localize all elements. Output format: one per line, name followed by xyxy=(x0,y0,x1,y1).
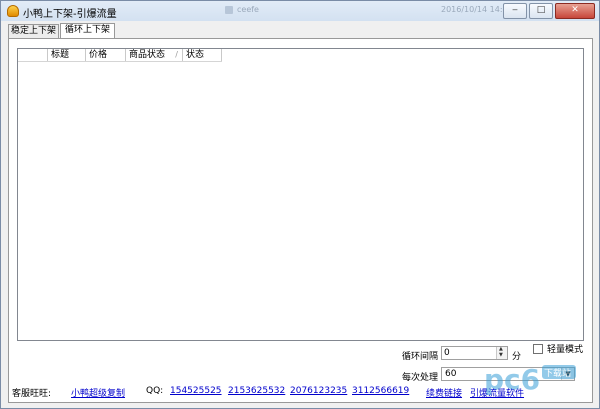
per-process-select[interactable]: 60 ▼ xyxy=(441,367,575,381)
renew-link[interactable]: 续费链接 xyxy=(426,386,462,399)
product-list[interactable]: 标题 价格 商品状态 / 状态 xyxy=(17,48,584,341)
app-window: 小鸭上下架-引爆流量 ceefe 2016/10/14 14:19 … ‒ □ … xyxy=(0,0,600,409)
traffic-software-link[interactable]: 引爆流量软件 xyxy=(470,386,524,399)
support-link[interactable]: 小鸭超级复制 xyxy=(71,386,125,399)
ghost-file-icon xyxy=(225,6,233,14)
light-mode-label: 轻量模式 xyxy=(547,345,584,355)
column-header-title[interactable]: 标题 xyxy=(48,49,86,61)
close-button[interactable]: ✕ xyxy=(555,3,595,19)
chevron-down-icon[interactable]: ▼ xyxy=(561,368,574,380)
qq-link-4[interactable]: 3112566619 xyxy=(352,386,409,396)
minimize-button[interactable]: ‒ xyxy=(503,3,527,19)
column-header-blank[interactable] xyxy=(18,49,48,61)
tab-stable-listing[interactable]: 稳定上下架 xyxy=(8,24,59,38)
tab-cycle-listing[interactable]: 循环上下架 xyxy=(60,23,115,39)
footer: 客服旺旺: 小鸭超级复制 QQ: 154525525 2153625532 20… xyxy=(9,386,594,400)
per-process-label: 每次处理 xyxy=(402,373,439,383)
maximize-button[interactable]: □ xyxy=(529,3,553,19)
qq-link-1[interactable]: 154525525 xyxy=(170,386,222,396)
window-title: 小鸭上下架-引爆流量 xyxy=(23,9,117,20)
interval-value[interactable]: 0 xyxy=(444,348,450,358)
column-header-product-status-label: 商品状态 xyxy=(129,50,166,60)
sort-indicator-icon: / xyxy=(175,50,178,59)
support-label: 客服旺旺: xyxy=(12,389,52,399)
spinner-buttons[interactable]: ▲ ▼ xyxy=(496,347,507,359)
list-header: 标题 价格 商品状态 / 状态 xyxy=(18,49,222,62)
qq-link-3[interactable]: 2076123235 xyxy=(290,386,347,396)
interval-spinner[interactable]: 0 ▲ ▼ xyxy=(441,346,508,360)
light-mode-checkbox[interactable] xyxy=(533,343,543,354)
per-process-value: 60 xyxy=(445,369,457,379)
duck-app-icon xyxy=(7,5,19,17)
window-controls: ‒ □ ✕ xyxy=(503,3,595,19)
ghost-window-title: ceefe xyxy=(237,5,259,14)
tab-panel: 标题 价格 商品状态 / 状态 循环间隔 0 ▲ ▼ 分 轻量模式 每次处理 6… xyxy=(8,38,593,403)
light-mode-option[interactable]: 轻量模式 xyxy=(533,342,583,355)
column-header-price[interactable]: 价格 xyxy=(86,49,126,61)
qq-link-2[interactable]: 2153625532 xyxy=(228,386,285,396)
column-header-state[interactable]: 状态 xyxy=(183,49,222,61)
title-bar[interactable]: 小鸭上下架-引爆流量 ceefe 2016/10/14 14:19 … ‒ □ … xyxy=(1,1,599,21)
interval-unit-label: 分 xyxy=(512,352,522,362)
spinner-down-icon[interactable]: ▼ xyxy=(499,353,503,358)
column-header-product-status[interactable]: 商品状态 / xyxy=(126,49,183,61)
qq-label: QQ: xyxy=(146,386,164,396)
interval-label: 循环间隔 xyxy=(402,352,439,362)
